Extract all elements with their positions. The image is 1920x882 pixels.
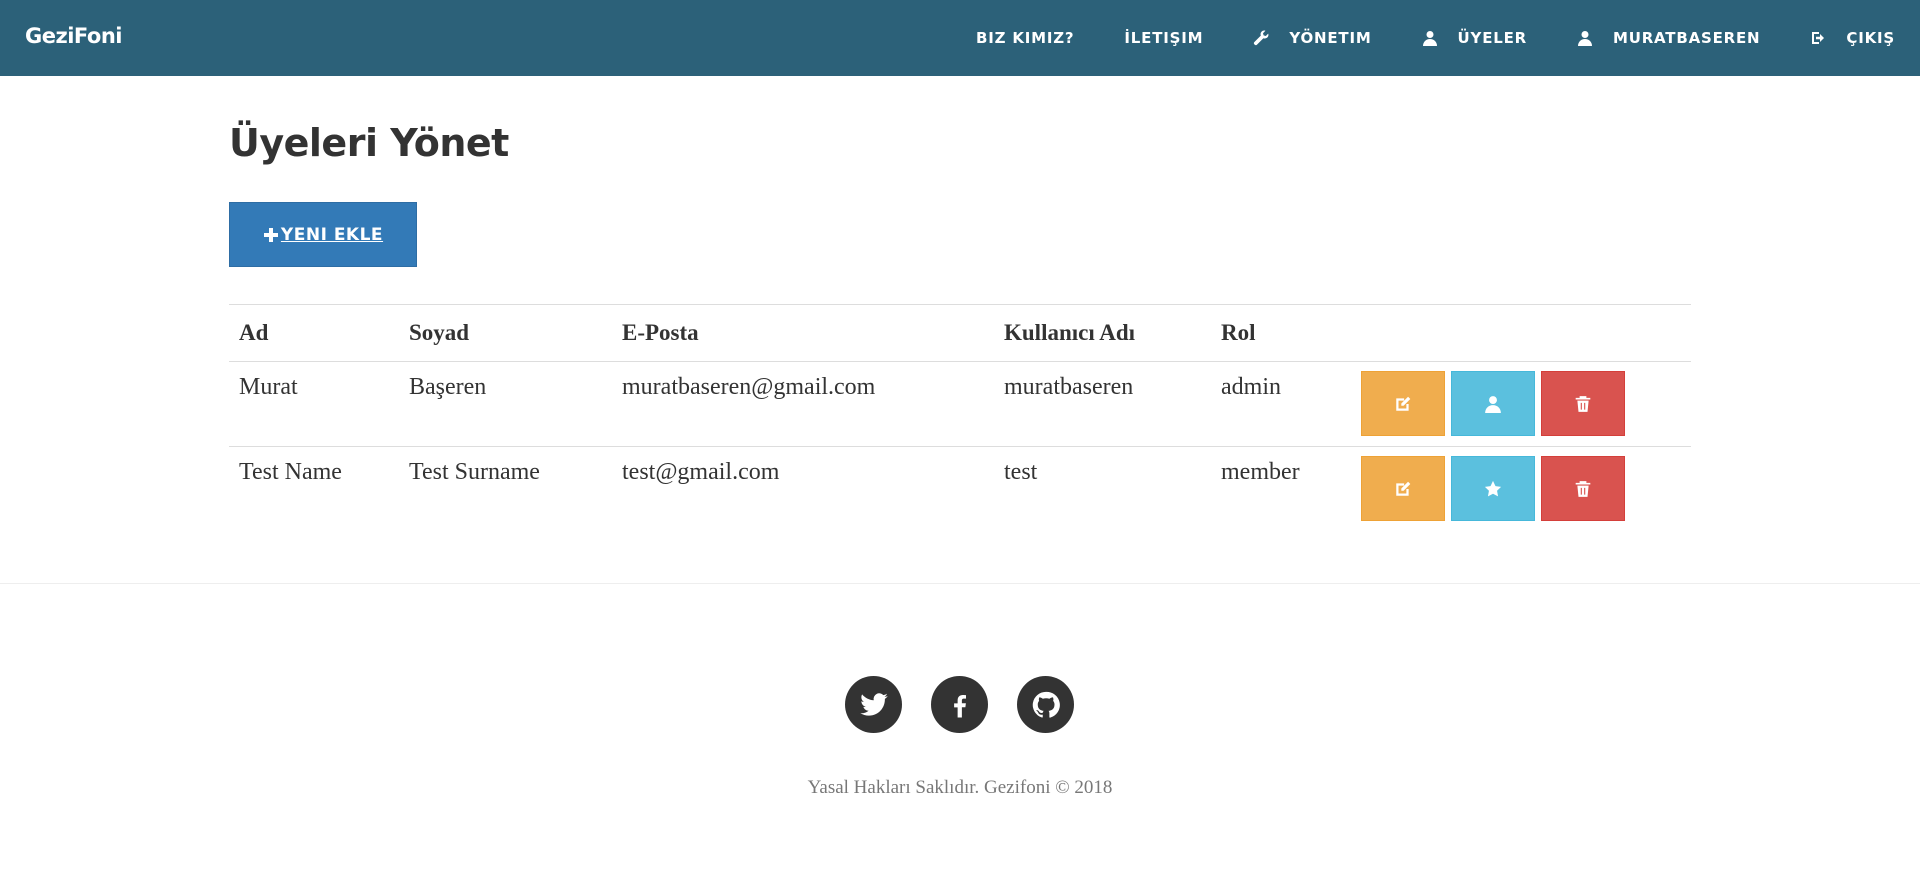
cell-actions <box>1351 446 1691 532</box>
twitter-link[interactable] <box>845 676 902 733</box>
nav-admin-label: YÖNETIM <box>1289 29 1372 47</box>
nav-contact-label: İLETIŞIM <box>1124 29 1204 47</box>
plus-icon <box>263 227 278 242</box>
page-title: Üyeleri Yönet <box>229 121 509 165</box>
user-icon <box>1422 31 1437 46</box>
edit-icon <box>1396 396 1411 411</box>
trash-icon <box>1575 395 1591 412</box>
nav-admin[interactable]: YÖNETIM <box>1253 29 1371 47</box>
user-icon <box>1578 31 1592 46</box>
cell-first-name: Murat <box>229 361 399 447</box>
facebook-icon <box>953 694 966 717</box>
nav-members-label: ÜYELER <box>1457 29 1527 47</box>
header-last-name: Soyad <box>399 304 612 362</box>
nav-user-label: MURATBASEREN <box>1613 29 1761 47</box>
cell-first-name: Test Name <box>229 446 399 532</box>
trash-icon <box>1575 480 1591 497</box>
twitter-icon <box>859 692 888 716</box>
navbar: GeziFoni BIZ KIMIZ? İLETIŞIM YÖNETIM ÜYE… <box>0 0 1920 76</box>
user-icon <box>1485 395 1501 413</box>
nav-contact[interactable]: İLETIŞIM <box>1124 29 1203 47</box>
logout-icon <box>1812 32 1825 44</box>
github-icon <box>1032 691 1060 718</box>
footer-divider <box>0 583 1920 584</box>
cell-username: test <box>994 446 1211 532</box>
cell-role: member <box>1211 446 1351 532</box>
cell-role: admin <box>1211 361 1351 447</box>
copyright-text: Yasal Hakları Saklıdır. Gezifoni © 2018 <box>807 777 1113 798</box>
cell-last-name: Başeren <box>399 361 612 447</box>
brand-logo[interactable]: GeziFoni <box>25 24 122 48</box>
cell-email: test@gmail.com <box>612 446 994 532</box>
nav-user[interactable]: MURATBASEREN <box>1577 29 1760 47</box>
edit-button[interactable] <box>1361 456 1445 521</box>
header-role: Rol <box>1211 304 1351 362</box>
nav-logout[interactable]: ÇIKIŞ <box>1810 29 1895 47</box>
wrench-icon <box>1254 30 1269 46</box>
edit-button[interactable] <box>1361 371 1445 436</box>
facebook-link[interactable] <box>931 676 988 733</box>
cell-username: muratbaseren <box>994 361 1211 447</box>
table-row: Murat Başeren muratbaseren@gmail.com mur… <box>229 361 1691 447</box>
star-icon <box>1484 480 1502 496</box>
add-new-button[interactable]: YENI EKLE <box>229 202 417 267</box>
cell-last-name: Test Surname <box>399 446 612 532</box>
delete-button[interactable] <box>1541 456 1625 521</box>
role-button[interactable] <box>1451 371 1535 436</box>
add-new-label: YENI EKLE <box>280 224 384 245</box>
table-row: Test Name Test Surname test@gmail.com te… <box>229 446 1691 532</box>
role-button[interactable] <box>1451 456 1535 521</box>
nav-about[interactable]: BIZ KIMIZ? <box>976 29 1074 47</box>
header-actions <box>1351 304 1691 362</box>
delete-button[interactable] <box>1541 371 1625 436</box>
nav-about-label: BIZ KIMIZ? <box>976 29 1075 47</box>
github-link[interactable] <box>1017 676 1074 733</box>
header-email: E-Posta <box>612 304 994 362</box>
edit-icon <box>1396 481 1411 496</box>
social-links <box>845 676 1103 733</box>
members-table: Ad Soyad E-Posta Kullanıcı Adı Rol Murat… <box>229 304 1691 532</box>
nav-menu: BIZ KIMIZ? İLETIŞIM YÖNETIM ÜYELER MURAT… <box>926 0 1895 76</box>
header-first-name: Ad <box>229 304 399 362</box>
nav-members[interactable]: ÜYELER <box>1422 29 1527 47</box>
header-username: Kullanıcı Adı <box>994 304 1211 362</box>
table-header-row: Ad Soyad E-Posta Kullanıcı Adı Rol <box>229 304 1691 362</box>
nav-logout-label: ÇIKIŞ <box>1846 29 1895 47</box>
cell-actions <box>1351 361 1691 447</box>
cell-email: muratbaseren@gmail.com <box>612 361 994 447</box>
